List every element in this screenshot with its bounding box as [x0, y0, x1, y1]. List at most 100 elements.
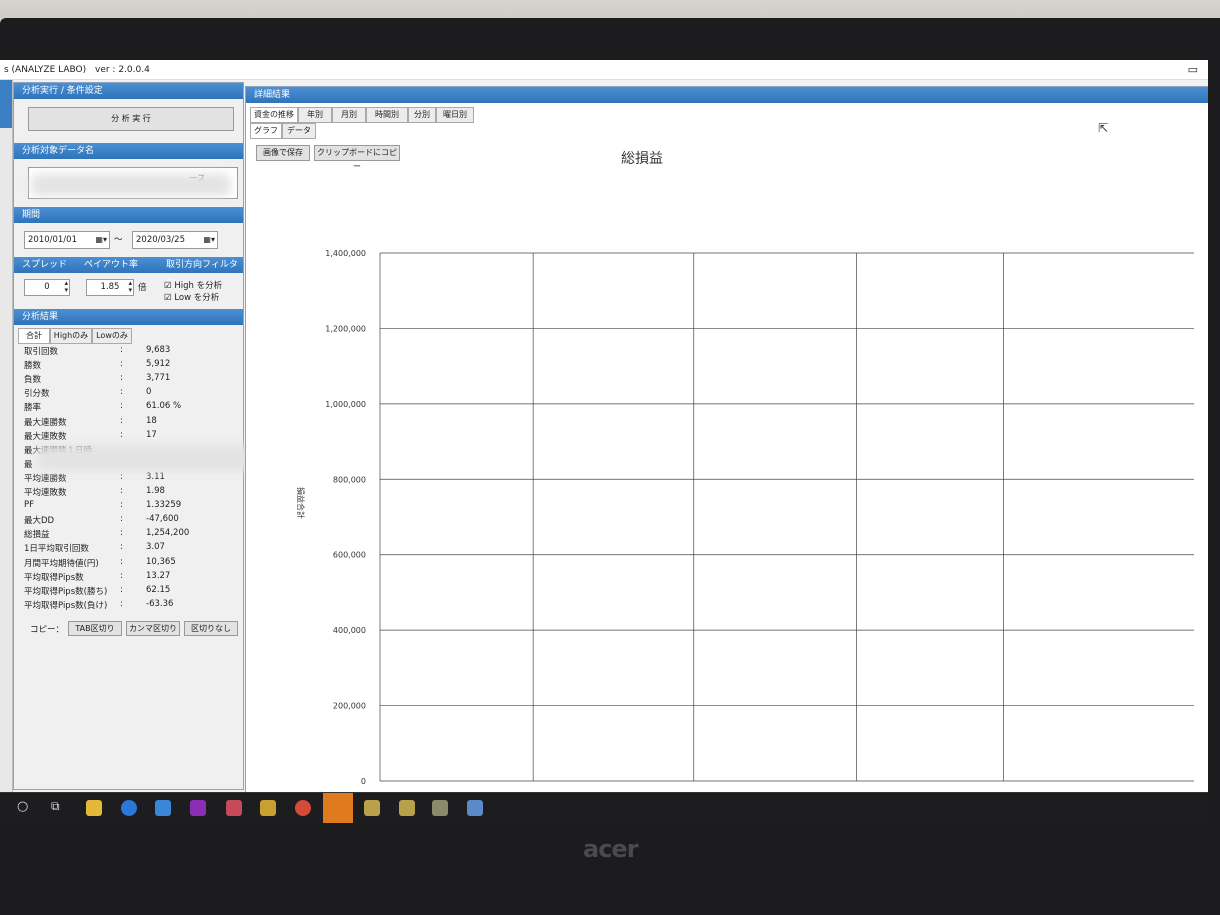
stat-label: 勝率 [24, 403, 42, 414]
checkbox-checked-icon: ☑ [164, 281, 172, 291]
stat-value: 9,683 [146, 345, 171, 355]
stat-colon: : [120, 556, 123, 567]
date-separator: ～ [114, 235, 123, 245]
app-icon[interactable] [260, 800, 276, 816]
y-tick-label: 1,400,000 [325, 249, 366, 258]
app-icon[interactable] [432, 800, 448, 816]
file-explorer-icon[interactable] [86, 800, 102, 816]
stat-label: 取引回数 [24, 347, 59, 357]
mail-icon[interactable] [155, 800, 171, 816]
app-icon[interactable] [467, 800, 483, 816]
filter-high-label: High を分析 [174, 281, 223, 291]
active-app-icon[interactable] [323, 793, 353, 823]
stat-value: 0 [146, 387, 152, 398]
cortana-icon[interactable]: ○ [17, 799, 28, 814]
y-tick-label: 800,000 [333, 475, 366, 484]
stat-value: 5,912 [146, 359, 171, 370]
copy-button-0[interactable]: TAB区切り [68, 621, 122, 636]
stat-label: PF [24, 500, 35, 511]
filter-header: 取引方向フィルター [158, 257, 243, 286]
filter-high-checkbox[interactable]: ☑ High を分析 [164, 279, 222, 291]
stat-colon: : [120, 415, 123, 426]
stat-value: 1,254,200 [146, 528, 190, 539]
taskbar: ○ ⧉ [0, 792, 1208, 823]
stat-value: 3.07 [146, 542, 165, 553]
result-tab-2[interactable]: Lowのみ [92, 328, 132, 344]
stat-colon: : [120, 359, 123, 370]
stat-value: 3.11 [146, 471, 165, 482]
app-icon[interactable] [399, 800, 415, 816]
stat-value: -63.36 [146, 598, 174, 609]
chrome-icon[interactable] [295, 800, 311, 816]
stat-label: 月間平均期待値(円) [24, 558, 99, 569]
spread-stepper[interactable]: 0 ▴ ▾ [24, 279, 70, 296]
onenote-icon[interactable] [190, 800, 206, 816]
stat-colon: : [120, 429, 123, 440]
stat-label: 引分数 [24, 389, 50, 400]
stat-value: 61.06 % [146, 401, 182, 412]
stat-colon: : [120, 570, 123, 581]
copy-button-2[interactable]: 区切りなし [184, 621, 238, 636]
stat-colon: : [120, 500, 123, 511]
stat-value: 17 [146, 429, 157, 440]
app-icon[interactable] [364, 800, 380, 816]
date-to-field[interactable]: 2020/03/25 ▦▾ [132, 231, 218, 249]
detail-section-header: 詳細結果 [246, 87, 1208, 103]
stat-colon: : [120, 542, 123, 553]
stat-colon: : [120, 584, 123, 595]
y-axis-label: 損益合計 [296, 487, 306, 519]
redaction-blur [36, 445, 276, 471]
stat-label: 負数 [24, 375, 42, 386]
app-icon[interactable] [226, 800, 242, 816]
stat-value: 3,771 [146, 373, 171, 384]
calendar-dropdown-icon[interactable]: ▦▾ [95, 232, 107, 248]
edge-icon[interactable] [121, 800, 137, 816]
stat-colon: : [120, 471, 123, 482]
target-section-header: 分析対象データ名 [14, 143, 243, 159]
stepper-arrows-icon[interactable]: ▴ ▾ [64, 280, 68, 294]
date-from-value: 2010/01/01 [28, 235, 77, 245]
title-bar: s (ANALYZE LABO) ver : 2.0.0.4 ▭ [0, 60, 1208, 80]
chart-grid [379, 252, 1194, 782]
monitor-brand-logo: acer [583, 835, 639, 863]
result-tab-1[interactable]: Highのみ [50, 328, 92, 344]
stat-label: 最大DD [24, 516, 55, 527]
side-dock [0, 80, 13, 792]
target-data-field[interactable]: ース [28, 167, 238, 199]
stat-label: 最大連勝数 [24, 417, 67, 428]
payout-stepper[interactable]: 1.85 ▴ ▾ [86, 279, 134, 296]
y-tick-label: 0 [361, 777, 366, 786]
stepper-arrows-icon[interactable]: ▴ ▾ [128, 280, 132, 294]
stat-label: 最 [24, 459, 33, 470]
chart-title: 総損益 [621, 151, 663, 167]
result-tabs: 合計 Highのみ Lowのみ [18, 328, 238, 344]
filter-low-checkbox[interactable]: ☑ Low を分析 [164, 291, 219, 303]
stat-value: 62.15 [146, 584, 171, 595]
app-version: ver : 2.0.0.4 [95, 65, 150, 75]
date-from-field[interactable]: 2010/01/01 ▦▾ [24, 231, 110, 249]
copy-button-1[interactable]: カンマ区切り [126, 621, 180, 636]
app-window: s (ANALYZE LABO) ver : 2.0.0.4 ▭ 分析実行 / … [0, 60, 1208, 792]
stat-label: 平均取得Pips数(勝ち) [24, 586, 108, 597]
run-analysis-button[interactable]: 分 析 実 行 [28, 107, 234, 131]
task-view-icon[interactable]: ⧉ [51, 799, 60, 814]
stat-value: 1.33259 [146, 500, 182, 511]
payout-header: ペイアウト率 [76, 257, 160, 273]
stat-value: -47,600 [146, 514, 179, 525]
period-section-header: 期間 [14, 207, 243, 223]
calendar-dropdown-icon[interactable]: ▦▾ [203, 232, 215, 248]
y-tick-label: 1,200,000 [325, 324, 366, 333]
stat-label: 総損益 [24, 530, 50, 541]
stat-label: 平均連敗数 [24, 488, 67, 498]
stats-list: 取引回数: 9,683 勝数: 5,912 負数: 3,771 引分数: 0 勝率: 61.06 … [14, 345, 243, 645]
stat-label: 平均取得Pips数 [24, 572, 84, 583]
stat-label: 平均取得Pips数(負け) [24, 600, 108, 611]
window-restore-icon[interactable]: ▭ [1188, 60, 1198, 80]
stat-value: 13.27 [146, 570, 171, 581]
y-tick-label: 600,000 [333, 551, 366, 560]
spread-value: 0 [44, 282, 50, 292]
stat-colon: : [120, 345, 123, 355]
filter-low-label: Low を分析 [174, 293, 220, 303]
payout-unit: 倍 [138, 283, 147, 293]
result-tab-0[interactable]: 合計 [18, 328, 50, 344]
